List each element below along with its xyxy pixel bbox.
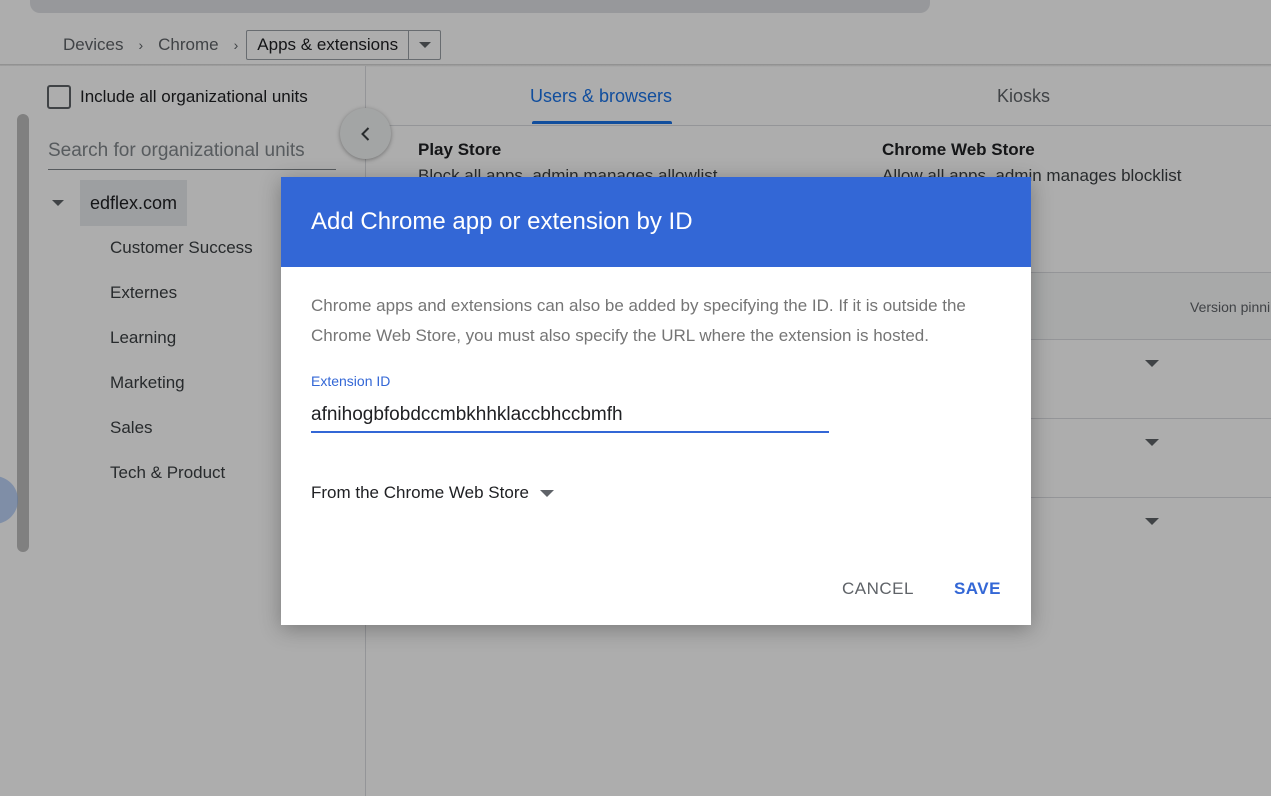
dialog-header: Add Chrome app or extension by ID — [281, 177, 1031, 267]
save-button[interactable]: SAVE — [954, 579, 1001, 599]
dialog-description: Chrome apps and extensions can also be a… — [311, 296, 966, 345]
dialog-title: Add Chrome app or extension by ID — [311, 208, 693, 235]
extension-id-label: Extension ID — [311, 373, 391, 389]
caret-down-icon — [539, 489, 554, 497]
extension-id-input[interactable] — [311, 399, 829, 433]
source-select-value: From the Chrome Web Store — [311, 483, 529, 502]
cancel-button[interactable]: CANCEL — [842, 579, 914, 599]
add-extension-dialog: Add Chrome app or extension by ID Chrome… — [281, 177, 1031, 625]
source-select[interactable]: From the Chrome Web Store — [311, 483, 554, 503]
dialog-actions: CANCEL SAVE — [842, 579, 1001, 599]
